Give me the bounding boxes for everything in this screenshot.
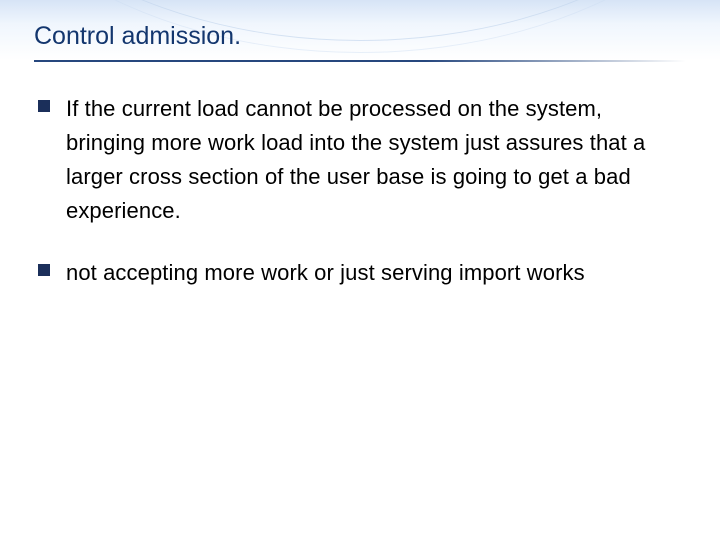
title-underline (34, 60, 686, 62)
slide-title: Control admission. (34, 22, 241, 51)
bullet-text: If the current load cannot be processed … (66, 92, 682, 228)
slide-body: If the current load cannot be processed … (38, 92, 682, 318)
square-bullet-icon (38, 264, 50, 276)
list-item: If the current load cannot be processed … (38, 92, 682, 228)
square-bullet-icon (38, 100, 50, 112)
bullet-text: not accepting more work or just serving … (66, 256, 585, 290)
slide: Control admission. If the current load c… (0, 0, 720, 540)
list-item: not accepting more work or just serving … (38, 256, 682, 290)
